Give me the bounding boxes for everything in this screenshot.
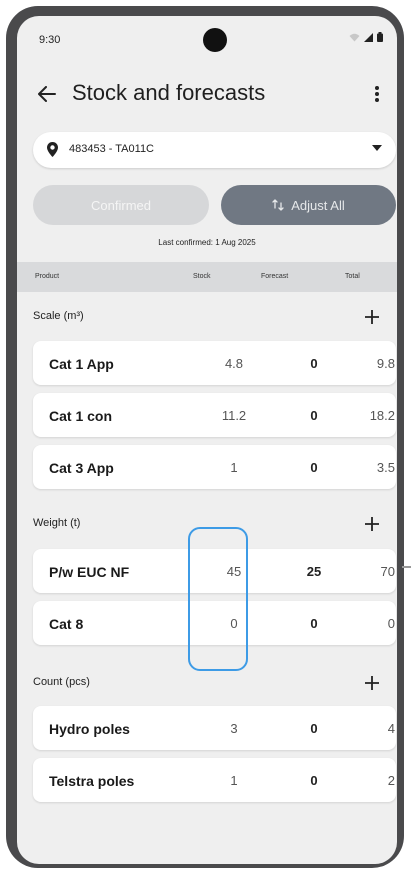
stock-value: 11.2 — [221, 408, 247, 423]
more-vert-icon — [375, 86, 379, 102]
add-count-button[interactable] — [361, 672, 383, 694]
product-name: P/w EUC NF — [49, 564, 130, 580]
app-bar: Stock and forecasts — [17, 72, 397, 116]
total-value: 2 — [387, 773, 395, 788]
location-pin-icon — [47, 142, 58, 157]
forecast-value: 0 — [310, 773, 318, 788]
page-title: Stock and forecasts — [72, 80, 266, 105]
wifi-icon — [349, 33, 360, 41]
header-product: Product — [35, 273, 60, 280]
add-weight-button[interactable] — [361, 513, 383, 535]
battery-icon — [377, 32, 383, 42]
forecast-value: 0 — [310, 616, 318, 631]
add-scale-button[interactable] — [361, 306, 383, 328]
confirmed-button-label: Confirmed — [91, 197, 151, 213]
table-row[interactable]: Cat 1 App 4.8 0 9.8 — [33, 341, 396, 385]
status-bar: 9:30 — [17, 16, 397, 66]
adjust-icon — [272, 199, 284, 211]
add-icon — [365, 310, 379, 324]
table-header: Product Stock Forecast Total — [17, 262, 397, 292]
forecast-value: 0 — [310, 721, 318, 736]
last-confirmed-text: Last confirmed: 1 Aug 2025 — [158, 238, 256, 247]
section-header-count: Count (pcs) — [17, 668, 397, 698]
total-value: 18.2 — [369, 408, 395, 423]
status-time: 9:30 — [39, 34, 61, 46]
status-icons — [349, 32, 383, 42]
adjust-all-label: Adjust All — [291, 197, 345, 213]
section-label: Scale (m³) — [33, 310, 84, 322]
adjust-all-button[interactable]: Adjust All — [221, 185, 396, 225]
forecast-value: 0 — [310, 356, 318, 371]
stock-value: 1 — [230, 773, 238, 788]
forecast-value: 25 — [306, 564, 322, 579]
product-name: Cat 3 App — [49, 460, 114, 476]
table-row[interactable]: Hydro poles 3 0 4 — [33, 706, 396, 750]
total-value: 3.5 — [376, 460, 395, 475]
total-value: 9.8 — [376, 356, 395, 371]
header-stock: Stock — [193, 273, 211, 280]
dropdown-caret-icon — [372, 145, 382, 151]
total-value: 70 — [380, 564, 395, 579]
more-options-button[interactable] — [363, 78, 391, 110]
phone-screen: 9:30 Stock and forecasts 483453 - TA011C — [17, 16, 397, 864]
stock-value: 45 — [226, 564, 242, 579]
total-value: 4 — [387, 721, 395, 736]
stock-value: 4.8 — [224, 356, 244, 371]
header-total: Total — [345, 273, 360, 280]
section-header-weight: Weight (t) — [17, 509, 397, 539]
device-side-button — [402, 566, 411, 568]
product-name: Hydro poles — [49, 721, 130, 737]
stock-value: 1 — [230, 460, 238, 475]
table-row[interactable]: Telstra poles 1 0 2 — [33, 758, 396, 802]
product-name: Cat 1 App — [49, 356, 114, 372]
table-row[interactable]: P/w EUC NF 45 25 70 — [33, 549, 396, 593]
header-forecast: Forecast — [261, 273, 289, 280]
confirmed-button[interactable]: Confirmed — [33, 185, 209, 225]
section-label: Weight (t) — [33, 517, 81, 529]
arrow-back-icon — [38, 86, 56, 102]
product-name: Cat 1 con — [49, 408, 113, 424]
forecast-value: 0 — [310, 408, 318, 423]
stock-value: 3 — [230, 721, 238, 736]
front-camera — [203, 28, 227, 52]
back-button[interactable] — [33, 78, 61, 110]
location-value: 483453 - TA011C — [69, 143, 155, 155]
total-value: 0 — [387, 616, 395, 631]
signal-icon — [364, 32, 373, 42]
section-label: Count (pcs) — [33, 676, 90, 688]
forecast-value: 0 — [310, 460, 318, 475]
table-row[interactable]: Cat 8 0 0 0 — [33, 601, 396, 645]
table-row[interactable]: Cat 1 con 11.2 0 18.2 — [33, 393, 396, 437]
section-header-scale: Scale (m³) — [17, 302, 397, 332]
product-name: Cat 8 — [49, 616, 84, 632]
stock-value: 0 — [230, 616, 238, 631]
add-icon — [365, 676, 379, 690]
location-dropdown[interactable]: 483453 - TA011C — [33, 132, 396, 168]
table-row[interactable]: Cat 3 App 1 0 3.5 — [33, 445, 396, 489]
add-icon — [365, 517, 379, 531]
product-name: Telstra poles — [49, 773, 135, 789]
